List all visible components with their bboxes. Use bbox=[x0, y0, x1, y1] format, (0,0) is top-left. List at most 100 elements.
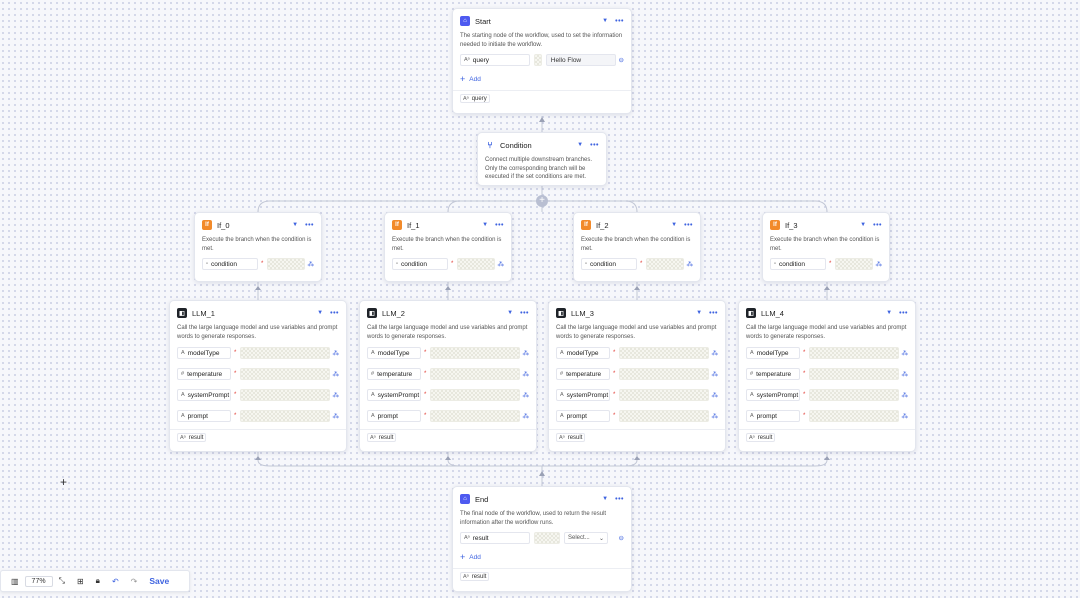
more-icon[interactable]: ••• bbox=[615, 496, 624, 503]
chevron-down-icon[interactable]: ▼ bbox=[291, 222, 299, 228]
variable-link-icon[interactable]: ⁂ bbox=[709, 412, 719, 420]
llm-field-chip[interactable]: AsystemPrompt bbox=[746, 389, 800, 401]
llm-field-input[interactable] bbox=[430, 389, 520, 401]
remove-icon[interactable]: ⊖ bbox=[616, 56, 624, 64]
llm-field-input[interactable] bbox=[809, 368, 899, 380]
chevron-down-icon[interactable]: ▼ bbox=[885, 310, 893, 316]
llm-field-chip[interactable]: AsystemPrompt bbox=[367, 389, 421, 401]
llm-field-input[interactable] bbox=[240, 410, 330, 422]
llm-field-chip[interactable]: # temperature bbox=[177, 368, 231, 380]
llm-field-input[interactable] bbox=[240, 389, 330, 401]
start-variable-chip[interactable]: Aᵃ query bbox=[460, 54, 530, 66]
add-branch-button[interactable]: + bbox=[536, 195, 548, 207]
variable-link-icon[interactable]: ⁂ bbox=[709, 370, 719, 378]
llm-field-chip[interactable]: Aprompt bbox=[177, 410, 231, 422]
variable-link-icon[interactable]: ⁂ bbox=[520, 412, 530, 420]
llm-field-input[interactable] bbox=[809, 347, 899, 359]
variable-link-icon[interactable]: ⁂ bbox=[899, 391, 909, 399]
workflow-canvas[interactable]: ⌂ Start ▼ ••• The starting node of the w… bbox=[0, 0, 1080, 598]
more-icon[interactable]: ••• bbox=[330, 310, 339, 317]
more-icon[interactable]: ••• bbox=[873, 222, 882, 229]
llm-field-input[interactable] bbox=[240, 368, 330, 380]
minimap-icon[interactable]: ▥ bbox=[11, 577, 19, 586]
llm-field-chip[interactable]: AmodelType bbox=[746, 347, 800, 359]
start-node[interactable]: ⌂ Start ▼ ••• The starting node of the w… bbox=[452, 8, 632, 114]
chevron-down-icon[interactable]: ▼ bbox=[670, 222, 678, 228]
llm-field-chip[interactable]: # temperature bbox=[556, 368, 610, 380]
layout-icon[interactable]: ⊞ bbox=[77, 577, 84, 586]
variable-link-icon[interactable]: ⁂ bbox=[495, 260, 505, 268]
zoom-level-input[interactable]: 77% bbox=[24, 575, 53, 587]
chevron-down-icon[interactable]: ▼ bbox=[481, 222, 489, 228]
chevron-down-icon[interactable]: ▼ bbox=[695, 310, 703, 316]
llm-field-chip[interactable]: AmodelType bbox=[556, 347, 610, 359]
condition-field-chip[interactable]: ▫ condition bbox=[770, 258, 826, 270]
chevron-down-icon[interactable]: ▼ bbox=[506, 310, 514, 316]
redo-icon[interactable]: ↷ bbox=[131, 577, 138, 586]
llm-field-chip[interactable]: Aprompt bbox=[556, 410, 610, 422]
chevron-down-icon[interactable]: ▼ bbox=[601, 18, 609, 24]
chevron-down-icon[interactable]: ▼ bbox=[576, 142, 584, 148]
llm-field-chip[interactable]: Aprompt bbox=[746, 410, 800, 422]
condition-node[interactable]: ⑂ Condition ▼ ••• Connect multiple downs… bbox=[477, 132, 607, 186]
remove-icon[interactable]: ⊖ bbox=[616, 534, 624, 542]
llm-field-input[interactable] bbox=[619, 389, 709, 401]
variable-link-icon[interactable]: ⁂ bbox=[330, 349, 340, 357]
undo-icon[interactable]: ↶ bbox=[112, 577, 119, 586]
variable-link-icon[interactable]: ⁂ bbox=[709, 391, 719, 399]
chevron-down-icon[interactable]: ▼ bbox=[859, 222, 867, 228]
llm-field-input[interactable] bbox=[619, 410, 709, 422]
more-icon[interactable]: ••• bbox=[590, 142, 599, 149]
llm-field-input[interactable] bbox=[619, 368, 709, 380]
variable-link-icon[interactable]: ⁂ bbox=[305, 260, 315, 268]
end-add-button[interactable]: + Add bbox=[460, 552, 624, 562]
llm-field-input[interactable] bbox=[619, 347, 709, 359]
start-variable-type[interactable] bbox=[534, 54, 542, 66]
end-node[interactable]: ⌂ End ▼ ••• The final node of the workfl… bbox=[452, 486, 632, 592]
llm-field-input[interactable] bbox=[809, 410, 899, 422]
variable-link-icon[interactable]: ⁂ bbox=[899, 349, 909, 357]
llm-field-input[interactable] bbox=[430, 410, 520, 422]
more-icon[interactable]: ••• bbox=[615, 18, 624, 25]
chevron-down-icon[interactable]: ▼ bbox=[316, 310, 324, 316]
condition-field-chip[interactable]: ▫ condition bbox=[392, 258, 448, 270]
chevron-down-icon[interactable]: ▼ bbox=[601, 496, 609, 502]
if-node[interactable]: If If_1 ▼ ••• Execute the branch when th… bbox=[384, 212, 512, 282]
variable-link-icon[interactable]: ⁂ bbox=[709, 349, 719, 357]
start-add-button[interactable]: + Add bbox=[460, 74, 624, 84]
save-button[interactable]: Save bbox=[149, 576, 169, 586]
llm-field-chip[interactable]: # temperature bbox=[367, 368, 421, 380]
more-icon[interactable]: ••• bbox=[520, 310, 529, 317]
condition-value-input[interactable] bbox=[835, 258, 873, 270]
llm-field-input[interactable] bbox=[809, 389, 899, 401]
llm-field-input[interactable] bbox=[430, 347, 520, 359]
if-node[interactable]: If If_0 ▼ ••• Execute the branch when th… bbox=[194, 212, 322, 282]
llm-field-chip[interactable]: Aprompt bbox=[367, 410, 421, 422]
variable-link-icon[interactable]: ⁂ bbox=[520, 349, 530, 357]
more-icon[interactable]: ••• bbox=[709, 310, 718, 317]
variable-link-icon[interactable]: ⁂ bbox=[330, 370, 340, 378]
llm-node[interactable]: ◧ LLM_3 ▼ ••• Call the large language mo… bbox=[548, 300, 726, 452]
condition-value-input[interactable] bbox=[457, 258, 495, 270]
if-node[interactable]: If If_2 ▼ ••• Execute the branch when th… bbox=[573, 212, 701, 282]
lock-icon[interactable]: 🔒︎ bbox=[96, 576, 100, 586]
llm-field-chip[interactable]: AsystemPrompt bbox=[556, 389, 610, 401]
llm-field-chip[interactable]: # temperature bbox=[746, 368, 800, 380]
end-value-select[interactable]: Select... ⌄ bbox=[564, 532, 608, 544]
end-variable-type[interactable] bbox=[534, 532, 560, 544]
more-icon[interactable]: ••• bbox=[495, 222, 504, 229]
variable-link-icon[interactable]: ⁂ bbox=[330, 412, 340, 420]
llm-field-chip[interactable]: AmodelType bbox=[367, 347, 421, 359]
llm-field-chip[interactable]: AmodelType bbox=[177, 347, 231, 359]
variable-link-icon[interactable]: ⁂ bbox=[520, 391, 530, 399]
variable-link-icon[interactable]: ⁂ bbox=[873, 260, 883, 268]
condition-field-chip[interactable]: ▫ condition bbox=[202, 258, 258, 270]
llm-node[interactable]: ◧ LLM_1 ▼ ••• Call the large language mo… bbox=[169, 300, 347, 452]
llm-field-input[interactable] bbox=[430, 368, 520, 380]
llm-field-chip[interactable]: AsystemPrompt bbox=[177, 389, 231, 401]
variable-link-icon[interactable]: ⁂ bbox=[899, 412, 909, 420]
more-icon[interactable]: ••• bbox=[684, 222, 693, 229]
more-icon[interactable]: ••• bbox=[899, 310, 908, 317]
variable-link-icon[interactable]: ⁂ bbox=[684, 260, 694, 268]
end-variable-chip[interactable]: Aᵃ result bbox=[460, 532, 530, 544]
